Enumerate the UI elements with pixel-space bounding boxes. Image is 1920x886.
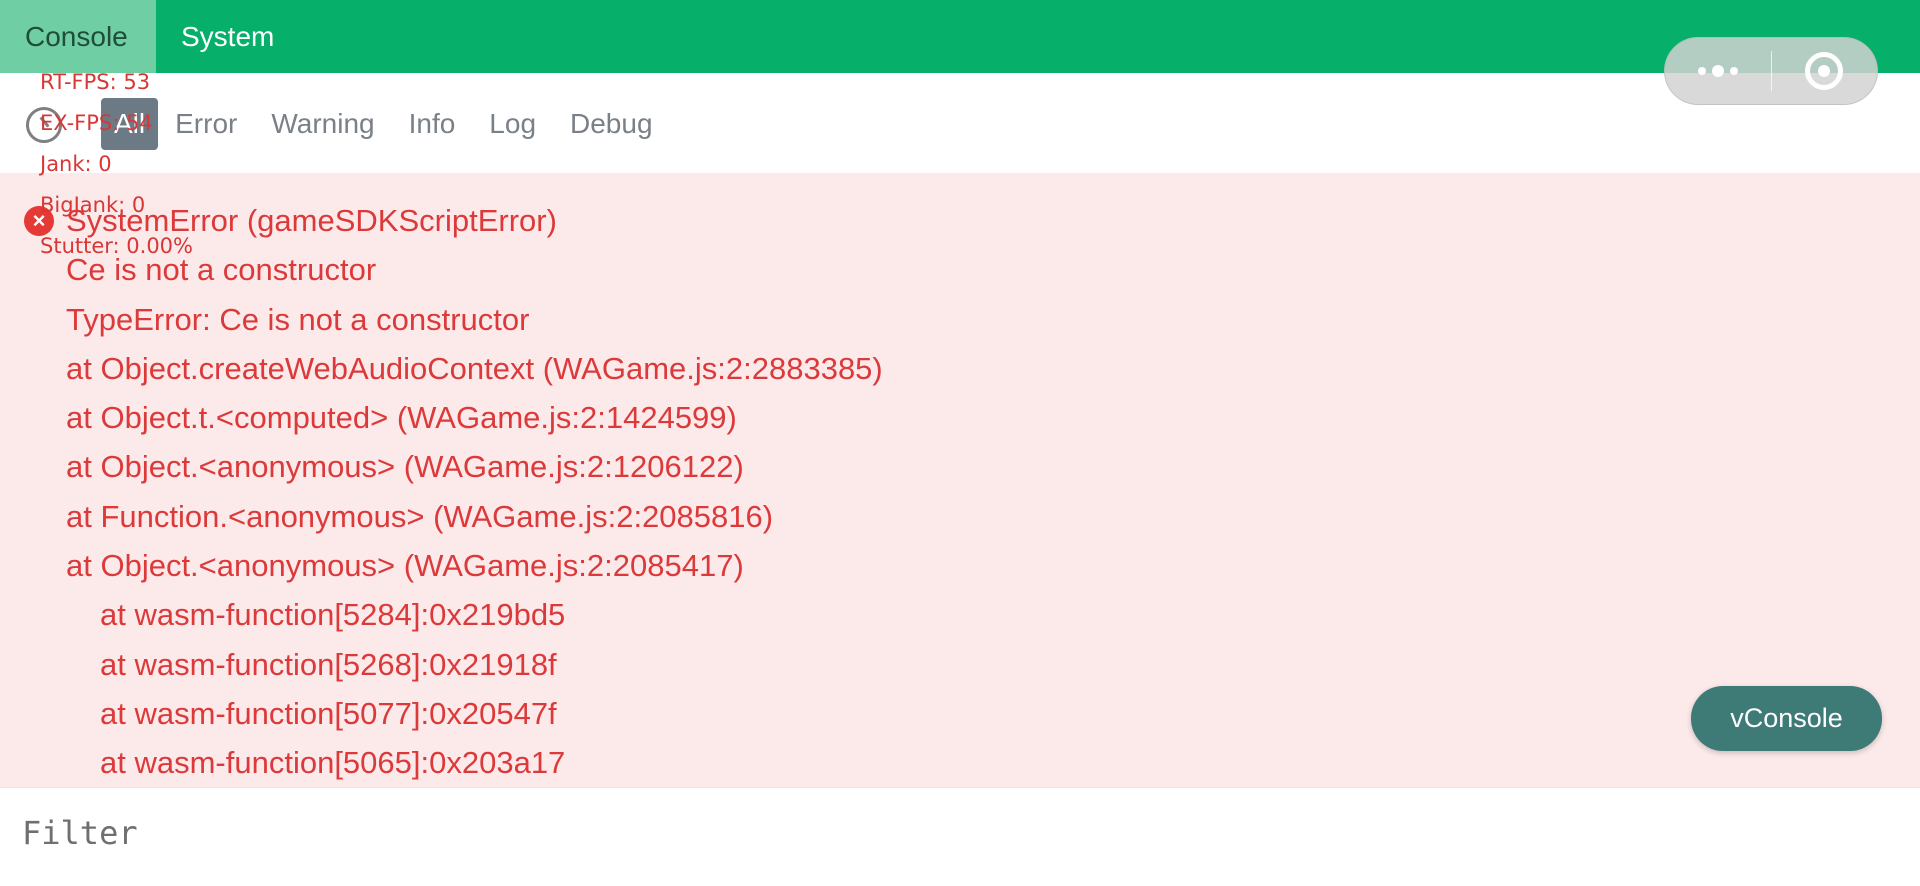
more-button[interactable] — [1665, 38, 1771, 104]
filter-input[interactable] — [22, 805, 1892, 861]
level-tab-warning[interactable]: Warning — [254, 98, 391, 150]
filter-bar — [0, 787, 1920, 886]
log-line: TypeError: Ce is not a constructor — [66, 301, 530, 337]
close-ring-icon — [1805, 52, 1844, 90]
log-line: at wasm-function[5065]:0x203a17 — [100, 745, 566, 781]
mini-program-capsule — [1664, 37, 1878, 105]
fps-overlay: RT-FPS: 53 EX-FPS: 54 Jank: 0 BigJank: 0… — [40, 62, 193, 267]
log-line: at Object.t.<computed> (WAGame.js:2:1424… — [66, 400, 737, 436]
close-button[interactable] — [1772, 38, 1878, 104]
level-tab-debug[interactable]: Debug — [553, 98, 670, 150]
log-line: at Function.<anonymous> (WAGame.js:2:208… — [66, 498, 774, 534]
log-line: at Object.createWebAudioContext (WAGame.… — [66, 350, 883, 386]
log-line: at wasm-function[5268]:0x21918f — [100, 646, 557, 682]
error-log-lines: SystemError (gameSDKScriptError) Ce is n… — [66, 196, 883, 788]
vconsole-button[interactable]: vConsole — [1691, 686, 1882, 751]
top-tab-bar: Console System — [0, 0, 1920, 73]
level-tab-log[interactable]: Log — [472, 98, 553, 150]
level-tab-info[interactable]: Info — [392, 98, 473, 150]
log-line: at Object.<anonymous> (WAGame.js:2:12061… — [66, 449, 744, 485]
more-dots-icon — [1697, 65, 1738, 77]
jank-readout: Jank: 0 — [40, 152, 112, 176]
ex-fps-readout: EX-FPS: 54 — [40, 111, 153, 135]
log-line: at Object.<anonymous> (WAGame.js:2:20854… — [66, 548, 744, 584]
rt-fps-readout: RT-FPS: 53 — [40, 70, 151, 94]
stutter-readout: Stutter: 0.00% — [40, 234, 193, 258]
bigjank-readout: BigJank: 0 — [40, 193, 146, 217]
log-line: at wasm-function[5284]:0x219bd5 — [100, 597, 566, 633]
log-line: at wasm-function[5077]:0x20547f — [100, 695, 557, 731]
